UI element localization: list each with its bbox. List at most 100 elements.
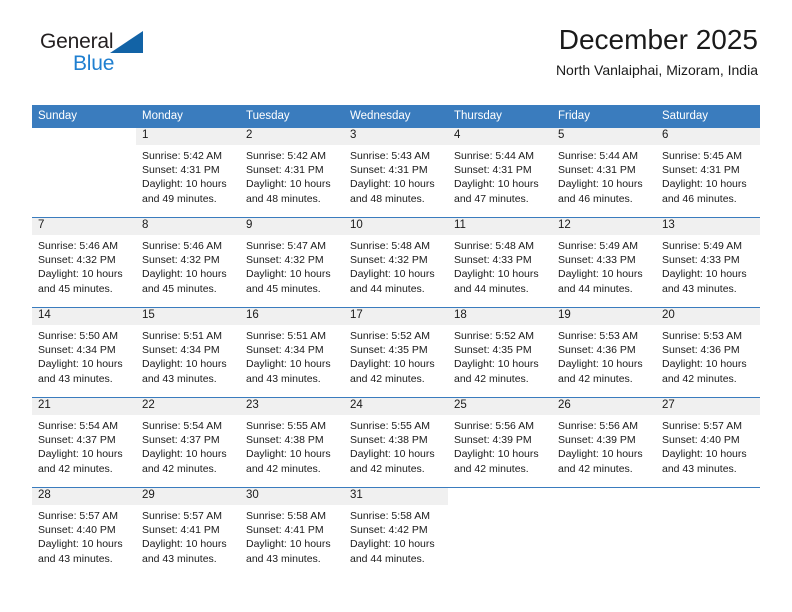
day-sun-info: Sunrise: 5:48 AM Sunset: 4:32 PM Daylight:… bbox=[344, 235, 448, 296]
weekday-header-thursday: Thursday bbox=[448, 105, 552, 128]
sunset-time: Sunset: 4:33 PM bbox=[454, 254, 532, 267]
sunset-time: Sunset: 4:35 PM bbox=[350, 344, 428, 357]
generalblue-logo[interactable]: General Blue bbox=[40, 30, 220, 78]
calendar-day-cell[interactable]: 21 Sunrise: 5:54 AM Sunset: 4:37 PM Dayligh… bbox=[32, 397, 136, 488]
daylight-duration-line2: and 43 minutes. bbox=[246, 372, 321, 385]
calendar-day-cell[interactable]: 12 Sunrise: 5:49 AM Sunset: 4:33 PM Dayligh… bbox=[552, 217, 656, 308]
sunrise-time: Sunrise: 5:54 AM bbox=[38, 420, 118, 432]
day-number: 19 bbox=[552, 308, 656, 325]
daylight-duration-line1: Daylight: 10 hours bbox=[142, 538, 227, 551]
daylight-duration-line1: Daylight: 10 hours bbox=[454, 358, 539, 371]
sunset-time: Sunset: 4:33 PM bbox=[558, 254, 636, 267]
day-sun-info: Sunrise: 5:57 AM Sunset: 4:40 PM Daylight:… bbox=[32, 505, 136, 566]
calendar-day-cell[interactable]: 8 Sunrise: 5:46 AM Sunset: 4:32 PM Daylight… bbox=[136, 217, 240, 308]
day-number: 11 bbox=[448, 218, 552, 235]
daylight-duration-line1: Daylight: 10 hours bbox=[350, 538, 435, 551]
calendar-day-cell[interactable]: 1 Sunrise: 5:42 AM Sunset: 4:31 PM Daylight… bbox=[136, 128, 240, 218]
calendar-day-cell[interactable]: 19 Sunrise: 5:53 AM Sunset: 4:36 PM Dayligh… bbox=[552, 307, 656, 398]
sunrise-time: Sunrise: 5:48 AM bbox=[454, 240, 534, 252]
day-sun-info: Sunrise: 5:58 AM Sunset: 4:42 PM Daylight:… bbox=[344, 505, 448, 566]
daylight-duration-line2: and 44 minutes. bbox=[558, 282, 633, 295]
day-number: 12 bbox=[552, 218, 656, 235]
day-sun-info: Sunrise: 5:43 AM Sunset: 4:31 PM Daylight:… bbox=[344, 145, 448, 206]
daylight-duration-line2: and 43 minutes. bbox=[38, 372, 113, 385]
calendar-day-cell[interactable]: 5 Sunrise: 5:44 AM Sunset: 4:31 PM Daylight… bbox=[552, 128, 656, 218]
calendar-day-cell[interactable]: 4 Sunrise: 5:44 AM Sunset: 4:31 PM Daylight… bbox=[448, 128, 552, 218]
calendar-day-cell[interactable]: 25 Sunrise: 5:56 AM Sunset: 4:39 PM Dayligh… bbox=[448, 397, 552, 488]
calendar-day-cell[interactable]: 7 Sunrise: 5:46 AM Sunset: 4:32 PM Daylight… bbox=[32, 217, 136, 308]
daylight-duration-line1: Daylight: 10 hours bbox=[142, 268, 227, 281]
calendar-day-cell[interactable]: 14 Sunrise: 5:50 AM Sunset: 4:34 PM Dayligh… bbox=[32, 307, 136, 398]
daylight-duration-line1: Daylight: 10 hours bbox=[662, 268, 747, 281]
day-number: 21 bbox=[32, 398, 136, 415]
daylight-duration-line1: Daylight: 10 hours bbox=[454, 448, 539, 461]
day-sun-info: Sunrise: 5:56 AM Sunset: 4:39 PM Daylight:… bbox=[552, 415, 656, 476]
daylight-duration-line2: and 47 minutes. bbox=[454, 192, 529, 205]
sunrise-time: Sunrise: 5:49 AM bbox=[558, 240, 638, 252]
daylight-duration-line1: Daylight: 10 hours bbox=[142, 448, 227, 461]
day-number: 30 bbox=[240, 488, 344, 505]
weekday-header-sunday: Sunday bbox=[32, 105, 136, 128]
sunset-time: Sunset: 4:41 PM bbox=[142, 524, 220, 537]
calendar-day-cell[interactable]: 6 Sunrise: 5:45 AM Sunset: 4:31 PM Daylight… bbox=[656, 128, 760, 218]
calendar-day-cell[interactable]: 2 Sunrise: 5:42 AM Sunset: 4:31 PM Daylight… bbox=[240, 128, 344, 218]
calendar-week-row: 7 Sunrise: 5:46 AM Sunset: 4:32 PM Daylight… bbox=[32, 217, 760, 308]
weekday-header-friday: Friday bbox=[552, 105, 656, 128]
daylight-duration-line1: Daylight: 10 hours bbox=[350, 448, 435, 461]
daylight-duration-line2: and 45 minutes. bbox=[246, 282, 321, 295]
calendar-day-cell[interactable]: 13 Sunrise: 5:49 AM Sunset: 4:33 PM Dayligh… bbox=[656, 217, 760, 308]
calendar-day-cell[interactable]: 26 Sunrise: 5:56 AM Sunset: 4:39 PM Dayligh… bbox=[552, 397, 656, 488]
daylight-duration-line1: Daylight: 10 hours bbox=[454, 268, 539, 281]
calendar-day-cell[interactable]: 23 Sunrise: 5:55 AM Sunset: 4:38 PM Dayligh… bbox=[240, 397, 344, 488]
day-sun-info: Sunrise: 5:53 AM Sunset: 4:36 PM Daylight:… bbox=[552, 325, 656, 386]
sunset-time: Sunset: 4:40 PM bbox=[38, 524, 116, 537]
sunrise-time: Sunrise: 5:50 AM bbox=[38, 330, 118, 342]
day-number: 5 bbox=[552, 128, 656, 145]
calendar-day-cell[interactable]: 17 Sunrise: 5:52 AM Sunset: 4:35 PM Dayligh… bbox=[344, 307, 448, 398]
calendar-day-cell[interactable]: 22 Sunrise: 5:54 AM Sunset: 4:37 PM Dayligh… bbox=[136, 397, 240, 488]
sunset-time: Sunset: 4:32 PM bbox=[350, 254, 428, 267]
day-number: 29 bbox=[136, 488, 240, 505]
calendar-day-cell[interactable]: 9 Sunrise: 5:47 AM Sunset: 4:32 PM Daylight… bbox=[240, 217, 344, 308]
calendar-day-cell[interactable]: 20 Sunrise: 5:53 AM Sunset: 4:36 PM Dayligh… bbox=[656, 307, 760, 398]
sunrise-time: Sunrise: 5:58 AM bbox=[350, 510, 430, 522]
sunrise-time: Sunrise: 5:53 AM bbox=[662, 330, 742, 342]
sunset-time: Sunset: 4:36 PM bbox=[558, 344, 636, 357]
sunset-time: Sunset: 4:31 PM bbox=[142, 164, 220, 177]
sunset-time: Sunset: 4:33 PM bbox=[662, 254, 740, 267]
daylight-duration-line2: and 42 minutes. bbox=[350, 462, 425, 475]
calendar-day-cell[interactable]: 28 Sunrise: 5:57 AM Sunset: 4:40 PM Dayligh… bbox=[32, 487, 136, 577]
sunset-time: Sunset: 4:39 PM bbox=[558, 434, 636, 447]
calendar-day-cell[interactable]: 3 Sunrise: 5:43 AM Sunset: 4:31 PM Daylight… bbox=[344, 128, 448, 218]
calendar-day-cell[interactable]: 24 Sunrise: 5:55 AM Sunset: 4:38 PM Dayligh… bbox=[344, 397, 448, 488]
title-block: December 2025 North Vanlaiphai, Mizoram,… bbox=[556, 24, 758, 79]
day-number bbox=[32, 128, 136, 145]
calendar-day-cell[interactable]: 10 Sunrise: 5:48 AM Sunset: 4:32 PM Dayligh… bbox=[344, 217, 448, 308]
calendar-day-cell[interactable]: 29 Sunrise: 5:57 AM Sunset: 4:41 PM Dayligh… bbox=[136, 487, 240, 577]
calendar-week-row: 14 Sunrise: 5:50 AM Sunset: 4:34 PM Dayligh… bbox=[32, 307, 760, 398]
day-sun-info: Sunrise: 5:46 AM Sunset: 4:32 PM Daylight:… bbox=[32, 235, 136, 296]
sunrise-time: Sunrise: 5:55 AM bbox=[246, 420, 326, 432]
calendar-day-cell[interactable]: 11 Sunrise: 5:48 AM Sunset: 4:33 PM Dayligh… bbox=[448, 217, 552, 308]
calendar-day-cell[interactable]: 30 Sunrise: 5:58 AM Sunset: 4:41 PM Dayligh… bbox=[240, 487, 344, 577]
calendar-day-cell[interactable]: 18 Sunrise: 5:52 AM Sunset: 4:35 PM Dayligh… bbox=[448, 307, 552, 398]
daylight-duration-line1: Daylight: 10 hours bbox=[246, 538, 331, 551]
day-sun-info: Sunrise: 5:53 AM Sunset: 4:36 PM Daylight:… bbox=[656, 325, 760, 386]
logo-text-general: General bbox=[40, 30, 114, 53]
calendar-body: 1 Sunrise: 5:42 AM Sunset: 4:31 PM Daylight… bbox=[32, 128, 760, 577]
calendar-cell-empty bbox=[448, 487, 552, 577]
calendar-day-cell[interactable]: 31 Sunrise: 5:58 AM Sunset: 4:42 PM Dayligh… bbox=[344, 487, 448, 577]
calendar-day-cell[interactable]: 15 Sunrise: 5:51 AM Sunset: 4:34 PM Dayligh… bbox=[136, 307, 240, 398]
calendar-day-cell[interactable]: 27 Sunrise: 5:57 AM Sunset: 4:40 PM Dayligh… bbox=[656, 397, 760, 488]
day-sun-info: Sunrise: 5:55 AM Sunset: 4:38 PM Daylight:… bbox=[240, 415, 344, 476]
daylight-duration-line1: Daylight: 10 hours bbox=[38, 448, 123, 461]
daylight-duration-line1: Daylight: 10 hours bbox=[38, 358, 123, 371]
sunrise-time: Sunrise: 5:57 AM bbox=[38, 510, 118, 522]
calendar-day-cell[interactable]: 16 Sunrise: 5:51 AM Sunset: 4:34 PM Dayligh… bbox=[240, 307, 344, 398]
daylight-duration-line2: and 44 minutes. bbox=[350, 282, 425, 295]
daylight-duration-line1: Daylight: 10 hours bbox=[454, 178, 539, 191]
daylight-duration-line1: Daylight: 10 hours bbox=[142, 358, 227, 371]
daylight-duration-line1: Daylight: 10 hours bbox=[142, 178, 227, 191]
weekday-header-tuesday: Tuesday bbox=[240, 105, 344, 128]
sunset-time: Sunset: 4:34 PM bbox=[246, 344, 324, 357]
